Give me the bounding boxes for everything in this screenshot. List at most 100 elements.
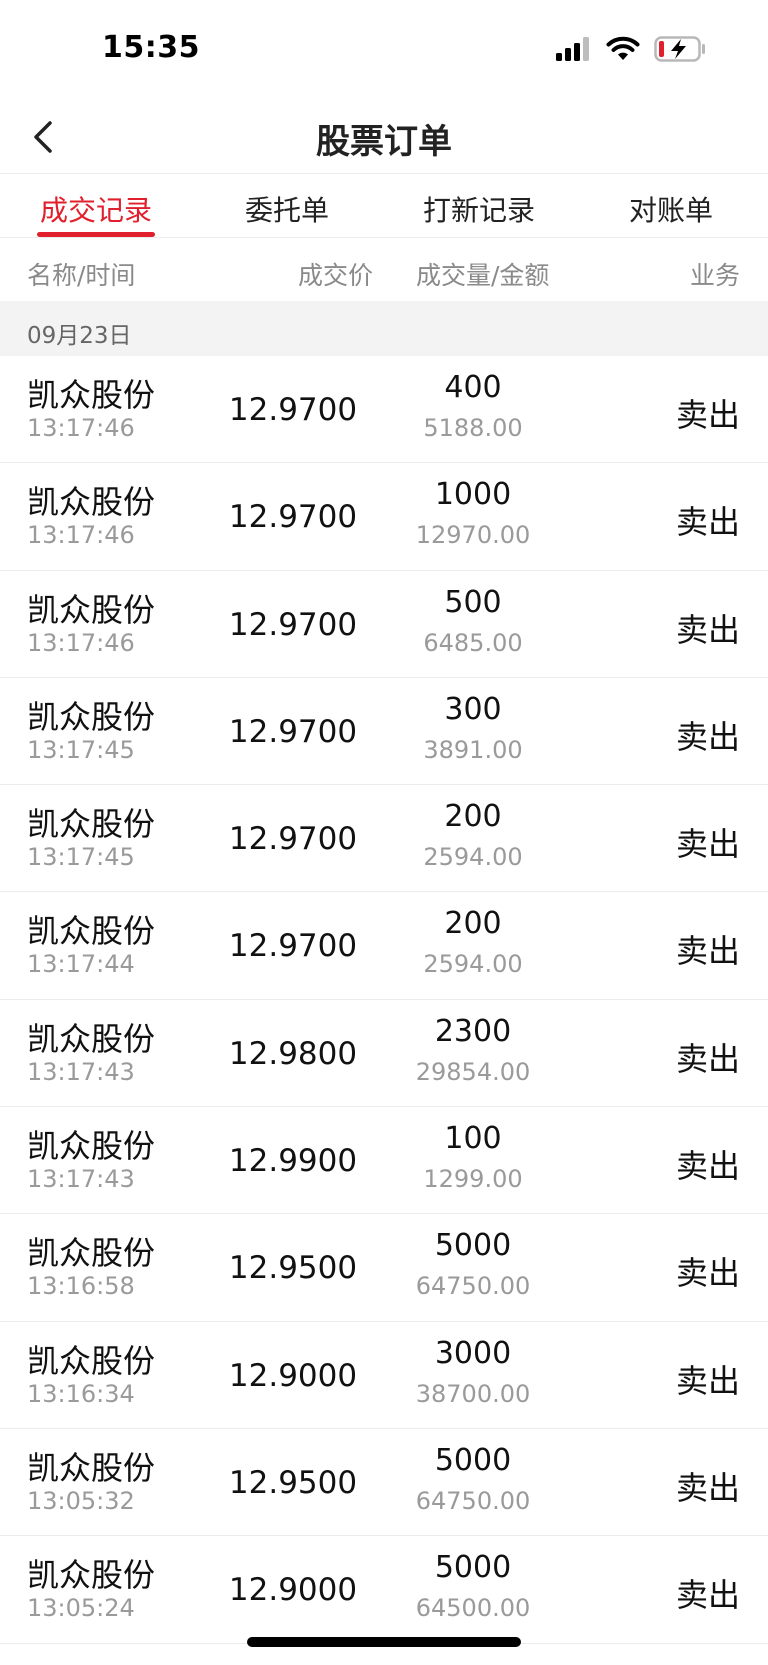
trade-price: 12.9500 bbox=[228, 1464, 358, 1501]
stock-name: 凯众股份 bbox=[27, 1019, 156, 1058]
trade-qty: 200 bbox=[444, 799, 502, 835]
battery-charging-icon bbox=[654, 36, 705, 62]
table-row[interactable]: 凯众股份 13:16:58 12.9500 5000 64750.00 卖出 bbox=[0, 1214, 768, 1322]
page-title: 股票订单 bbox=[316, 122, 452, 162]
status-time: 15:35 bbox=[102, 30, 200, 65]
trade-price: 12.9700 bbox=[228, 928, 358, 965]
stock-name: 凯众股份 bbox=[27, 590, 156, 629]
column-header: 名称/时间 成交价 成交量/金额 业务 bbox=[0, 239, 768, 301]
trade-amount: 64750.00 bbox=[415, 1486, 531, 1515]
table-row[interactable]: 凯众股份 13:17:44 12.9700 200 2594.00 卖出 bbox=[0, 892, 768, 1000]
trade-amount: 64750.00 bbox=[415, 1272, 531, 1301]
home-indicator bbox=[247, 1637, 521, 1647]
trade-time: 13:16:34 bbox=[27, 1379, 135, 1408]
trade-price: 12.9700 bbox=[228, 499, 358, 536]
trade-qty: 2300 bbox=[434, 1013, 512, 1049]
wifi-icon bbox=[606, 36, 640, 60]
stock-name: 凯众股份 bbox=[27, 1127, 156, 1166]
trade-time: 13:17:43 bbox=[27, 1165, 135, 1194]
date-group-header: 09月23日 bbox=[0, 301, 768, 356]
trade-list: 凯众股份 13:17:46 12.9700 400 5188.00 卖出 凯众股… bbox=[0, 356, 768, 1644]
trade-price: 12.9500 bbox=[228, 1250, 358, 1287]
tab-bar: 成交记录 委托单 打新记录 对账单 bbox=[0, 175, 768, 238]
table-row[interactable]: 凯众股份 13:17:45 12.9700 300 3891.00 卖出 bbox=[0, 678, 768, 786]
trade-qty: 300 bbox=[444, 691, 502, 727]
trade-action: 卖出 bbox=[675, 1468, 740, 1507]
header-price: 成交价 bbox=[298, 261, 374, 290]
trade-action: 卖出 bbox=[675, 1039, 740, 1078]
tab-ipo-records[interactable]: 打新记录 bbox=[404, 189, 554, 229]
stock-name: 凯众股份 bbox=[27, 912, 156, 951]
trade-price: 12.9000 bbox=[228, 1357, 358, 1394]
trade-qty: 5000 bbox=[434, 1550, 512, 1586]
table-row[interactable]: 凯众股份 13:05:32 12.9500 5000 64750.00 卖出 bbox=[0, 1429, 768, 1537]
trade-action: 卖出 bbox=[675, 396, 740, 434]
table-row[interactable]: 凯众股份 13:17:46 12.9700 400 5188.00 卖出 bbox=[0, 356, 768, 464]
stock-name: 凯众股份 bbox=[27, 376, 156, 414]
trade-price: 12.9700 bbox=[228, 821, 358, 858]
trade-action: 卖出 bbox=[675, 1576, 740, 1615]
stock-name: 凯众股份 bbox=[27, 697, 156, 736]
trade-time: 13:17:45 bbox=[27, 735, 135, 764]
trade-qty: 5000 bbox=[434, 1442, 512, 1478]
trade-amount: 2594.00 bbox=[423, 950, 523, 979]
trade-qty: 1000 bbox=[434, 477, 512, 513]
table-row[interactable]: 凯众股份 13:17:46 12.9700 500 6485.00 卖出 bbox=[0, 571, 768, 678]
table-row[interactable]: 凯众股份 13:17:46 12.9700 1000 12970.00 卖出 bbox=[0, 463, 768, 571]
nav-bar: 股票订单 bbox=[0, 100, 768, 174]
trade-time: 13:05:32 bbox=[27, 1486, 135, 1515]
table-row[interactable]: 凯众股份 13:05:24 12.9000 5000 64500.00 卖出 bbox=[0, 1536, 768, 1644]
trade-time: 13:16:58 bbox=[27, 1272, 135, 1301]
trade-qty: 500 bbox=[444, 584, 502, 620]
trade-action: 卖出 bbox=[675, 717, 740, 756]
trade-amount: 3891.00 bbox=[423, 735, 523, 764]
status-bar: 15:35 bbox=[0, 0, 768, 100]
stock-name: 凯众股份 bbox=[27, 805, 156, 844]
trade-price: 12.9700 bbox=[228, 392, 358, 428]
table-row[interactable]: 凯众股份 13:16:34 12.9000 3000 38700.00 卖出 bbox=[0, 1322, 768, 1429]
stock-name: 凯众股份 bbox=[27, 1448, 156, 1487]
trade-time: 13:17:44 bbox=[27, 950, 135, 979]
trade-action: 卖出 bbox=[675, 1147, 740, 1186]
header-name-time: 名称/时间 bbox=[27, 261, 136, 290]
table-row[interactable]: 凯众股份 13:17:43 12.9900 100 1299.00 卖出 bbox=[0, 1107, 768, 1215]
table-row[interactable]: 凯众股份 13:17:45 12.9700 200 2594.00 卖出 bbox=[0, 785, 768, 893]
trade-action: 卖出 bbox=[675, 1254, 740, 1293]
stock-name: 凯众股份 bbox=[27, 483, 156, 522]
header-action: 业务 bbox=[689, 261, 740, 290]
signal-icon bbox=[556, 37, 589, 61]
trade-qty: 200 bbox=[444, 906, 502, 942]
trade-qty: 3000 bbox=[434, 1335, 512, 1371]
trade-action: 卖出 bbox=[675, 610, 740, 649]
trade-action: 卖出 bbox=[675, 503, 740, 542]
header-qty-amount: 成交量/金额 bbox=[416, 261, 550, 290]
trade-time: 13:17:46 bbox=[27, 414, 135, 442]
tab-orders[interactable]: 委托单 bbox=[212, 189, 362, 229]
tab-trade-records[interactable]: 成交记录 bbox=[21, 189, 171, 229]
trade-time: 13:05:24 bbox=[27, 1594, 135, 1623]
date-label: 09月23日 bbox=[27, 323, 132, 349]
trade-action: 卖出 bbox=[675, 932, 740, 971]
trade-action: 卖出 bbox=[675, 825, 740, 864]
trade-price: 12.9900 bbox=[228, 1143, 358, 1180]
trade-time: 13:17:46 bbox=[27, 521, 135, 550]
status-icons bbox=[556, 36, 706, 62]
trade-amount: 29854.00 bbox=[415, 1057, 531, 1086]
trade-amount: 5188.00 bbox=[423, 414, 523, 442]
trade-qty: 5000 bbox=[434, 1228, 512, 1264]
trade-qty: 400 bbox=[444, 370, 502, 405]
trade-amount: 1299.00 bbox=[423, 1165, 523, 1194]
trade-price: 12.9700 bbox=[228, 713, 358, 750]
table-row[interactable]: 凯众股份 13:17:43 12.9800 2300 29854.00 卖出 bbox=[0, 1000, 768, 1108]
trade-amount: 2594.00 bbox=[423, 843, 523, 872]
trade-time: 13:17:46 bbox=[27, 628, 135, 657]
stock-name: 凯众股份 bbox=[27, 1234, 156, 1273]
trade-amount: 64500.00 bbox=[415, 1594, 531, 1623]
trade-price: 12.9700 bbox=[228, 606, 358, 643]
active-tab-indicator bbox=[37, 232, 155, 237]
trade-price: 12.9000 bbox=[228, 1572, 358, 1609]
stock-name: 凯众股份 bbox=[27, 1341, 156, 1380]
trade-price: 12.9800 bbox=[228, 1035, 358, 1072]
tab-statement[interactable]: 对账单 bbox=[596, 189, 746, 229]
trade-time: 13:17:43 bbox=[27, 1057, 135, 1086]
